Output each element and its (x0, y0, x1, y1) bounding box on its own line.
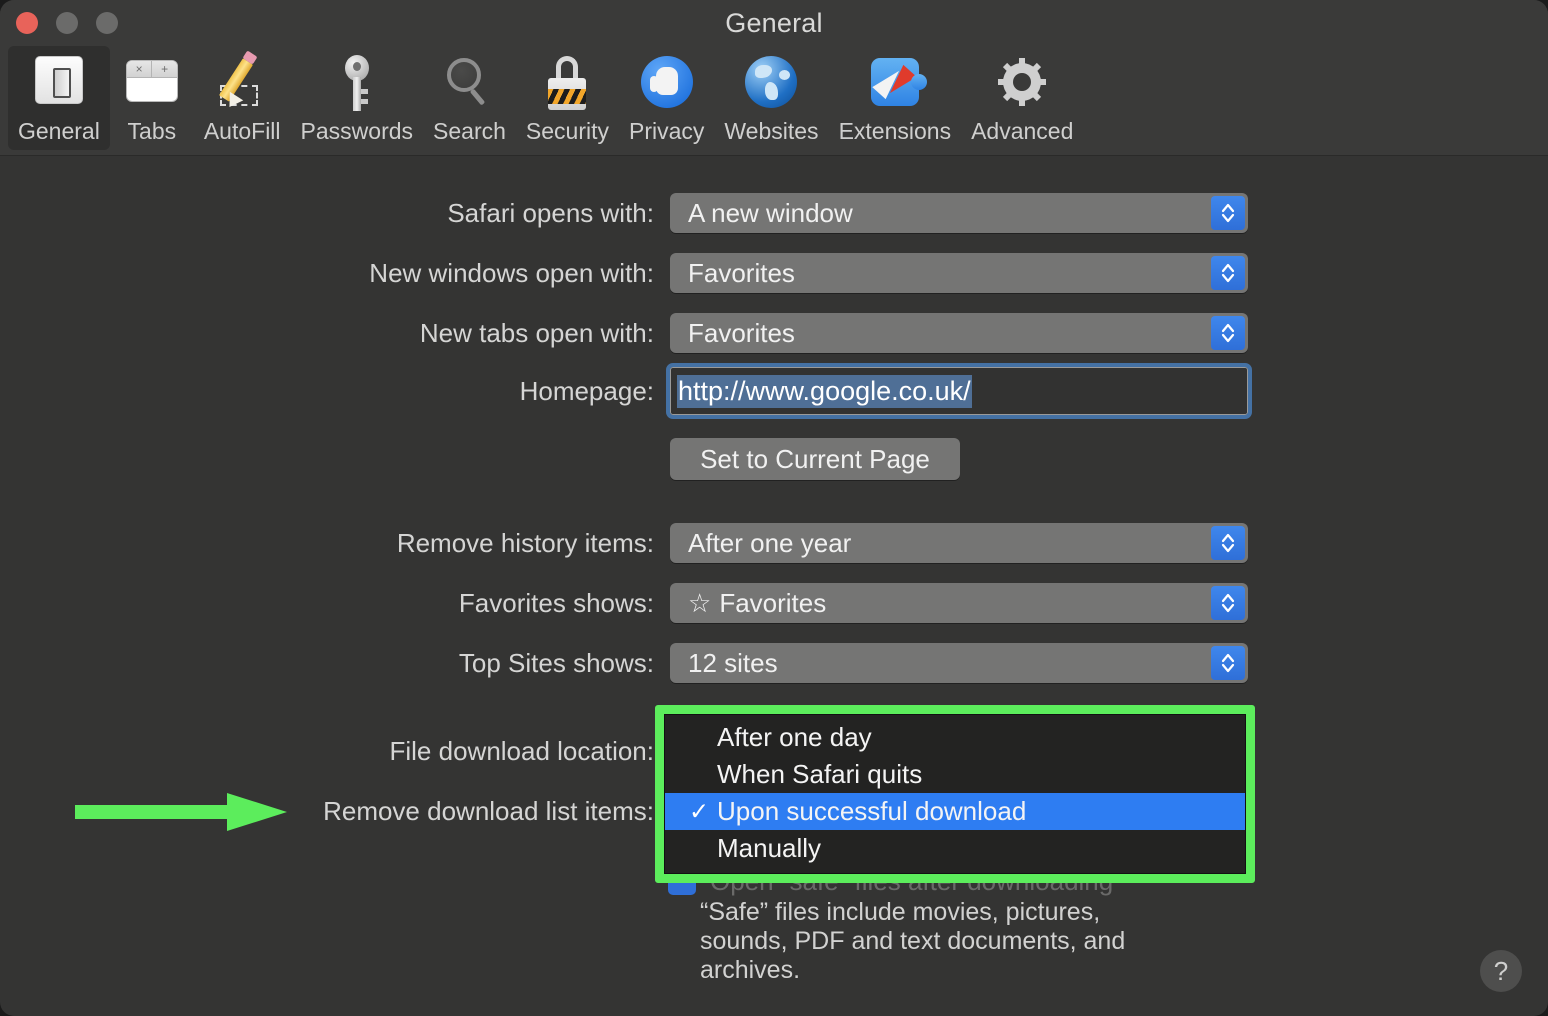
safe-files-note: “Safe” files include movies, pictures, s… (700, 898, 1126, 984)
top-sites-shows-value: 12 sites (688, 647, 778, 678)
safari-opens-with-value: A new window (688, 197, 853, 228)
hand-icon (635, 52, 699, 116)
row-new-tabs-open-with: New tabs open with: Favorites (230, 311, 1248, 355)
row-new-windows-open-with: New windows open with: Favorites (230, 251, 1248, 295)
homepage-value: http://www.google.co.uk/ (677, 374, 972, 408)
row-favorites-shows: Favorites shows: ☆ Favorites (230, 581, 1248, 625)
tab-security[interactable]: Security (516, 46, 619, 149)
menu-item-manually[interactable]: Manually (665, 830, 1245, 867)
tab-advanced[interactable]: Advanced (961, 46, 1083, 149)
remove-download-list-items-label: Remove download list items: (323, 795, 654, 826)
tab-extensions[interactable]: Extensions (829, 46, 962, 149)
row-homepage: Homepage: http://www.google.co.uk/ (230, 363, 1252, 419)
chevron-updown-icon[interactable] (1211, 316, 1245, 350)
tab-tabs-label: Tabs (127, 118, 177, 144)
tab-websites[interactable]: Websites (714, 46, 828, 149)
chevron-updown-icon[interactable] (1211, 646, 1245, 680)
tabs-icon: × + (120, 52, 184, 116)
chevron-updown-icon[interactable] (1211, 196, 1245, 230)
tab-general-label: General (18, 118, 100, 144)
new-tabs-open-with-value: Favorites (688, 317, 795, 348)
set-to-current-page-button[interactable]: Set to Current Page (670, 438, 960, 480)
tab-search-label: Search (433, 118, 506, 144)
window-titlebar: General (0, 0, 1548, 46)
new-windows-open-with-value: Favorites (688, 257, 795, 288)
lock-icon (535, 52, 599, 116)
menu-item-when-safari-quits[interactable]: When Safari quits (665, 756, 1245, 793)
tab-security-label: Security (525, 118, 609, 144)
row-top-sites-shows: Top Sites shows: 12 sites (230, 641, 1248, 685)
row-set-to-current-page: Set to Current Page (230, 437, 960, 481)
checkmark-icon: ✓ (689, 798, 710, 825)
tab-extensions-label: Extensions (838, 118, 952, 144)
new-tabs-open-with-label: New tabs open with: (419, 317, 654, 348)
favorites-shows-popup[interactable]: ☆ Favorites (670, 583, 1248, 623)
tab-privacy[interactable]: Privacy (619, 46, 714, 149)
gear-icon (990, 52, 1054, 116)
remove-history-items-value: After one year (688, 527, 852, 558)
new-windows-open-with-label: New windows open with: (369, 257, 654, 288)
tab-general[interactable]: General (8, 46, 110, 150)
autofill-icon (210, 50, 274, 116)
row-remove-download-list-items: Remove download list items: (230, 789, 670, 833)
safari-opens-with-popup[interactable]: A new window (670, 193, 1248, 233)
magnifier-icon (437, 52, 501, 116)
menu-item-upon-successful-download[interactable]: ✓ Upon successful download (665, 793, 1245, 830)
favorites-shows-label: Favorites shows: (458, 587, 654, 618)
row-safari-opens-with: Safari opens with: A new window (230, 191, 1248, 235)
top-sites-shows-popup[interactable]: 12 sites (670, 643, 1248, 683)
remove-history-items-label: Remove history items: (396, 527, 654, 558)
chevron-updown-icon[interactable] (1211, 586, 1245, 620)
globe-icon (739, 52, 803, 116)
homepage-label: Homepage: (519, 375, 654, 406)
new-tabs-open-with-popup[interactable]: Favorites (670, 313, 1248, 353)
row-remove-history-items: Remove history items: After one year (230, 521, 1248, 565)
annotation-arrow-icon (75, 793, 287, 831)
new-windows-open-with-popup[interactable]: Favorites (670, 253, 1248, 293)
key-icon (325, 52, 389, 116)
remove-history-items-popup[interactable]: After one year (670, 523, 1248, 563)
tab-passwords[interactable]: Passwords (291, 46, 423, 149)
remove-download-list-items-menu[interactable]: After one day When Safari quits ✓ Upon s… (664, 714, 1246, 874)
tab-advanced-label: Advanced (971, 118, 1074, 144)
menu-item-after-one-day[interactable]: After one day (665, 719, 1245, 756)
tab-autofill[interactable]: AutoFill (194, 46, 291, 149)
tab-privacy-label: Privacy (628, 118, 705, 144)
tab-search[interactable]: Search (423, 46, 516, 149)
row-file-download-location: File download location: (230, 729, 670, 773)
chevron-updown-icon[interactable] (1211, 526, 1245, 560)
tab-tabs[interactable]: × + Tabs (110, 46, 194, 149)
safari-opens-with-label: Safari opens with: (447, 197, 654, 228)
top-sites-shows-label: Top Sites shows: (458, 647, 654, 678)
homepage-input[interactable]: http://www.google.co.uk/ (666, 363, 1252, 419)
star-icon: ☆ (688, 587, 712, 618)
chevron-updown-icon[interactable] (1211, 256, 1245, 290)
preferences-toolbar: General × + Tabs AutoFill Passwords Sear… (0, 46, 1548, 156)
safari-preferences-window: General General × + Tabs AutoFill Passwo… (0, 0, 1548, 1016)
help-button[interactable]: ? (1480, 950, 1522, 992)
remove-download-list-items-menu-highlight: After one day When Safari quits ✓ Upon s… (655, 705, 1255, 883)
window-title: General (725, 8, 823, 38)
puzzle-icon (863, 52, 927, 116)
favorites-shows-value: Favorites (719, 587, 827, 618)
tab-passwords-label: Passwords (300, 118, 414, 144)
tab-websites-label: Websites (724, 118, 819, 144)
tab-autofill-label: AutoFill (203, 118, 281, 144)
general-icon (27, 52, 91, 116)
file-download-location-label: File download location: (389, 735, 655, 766)
